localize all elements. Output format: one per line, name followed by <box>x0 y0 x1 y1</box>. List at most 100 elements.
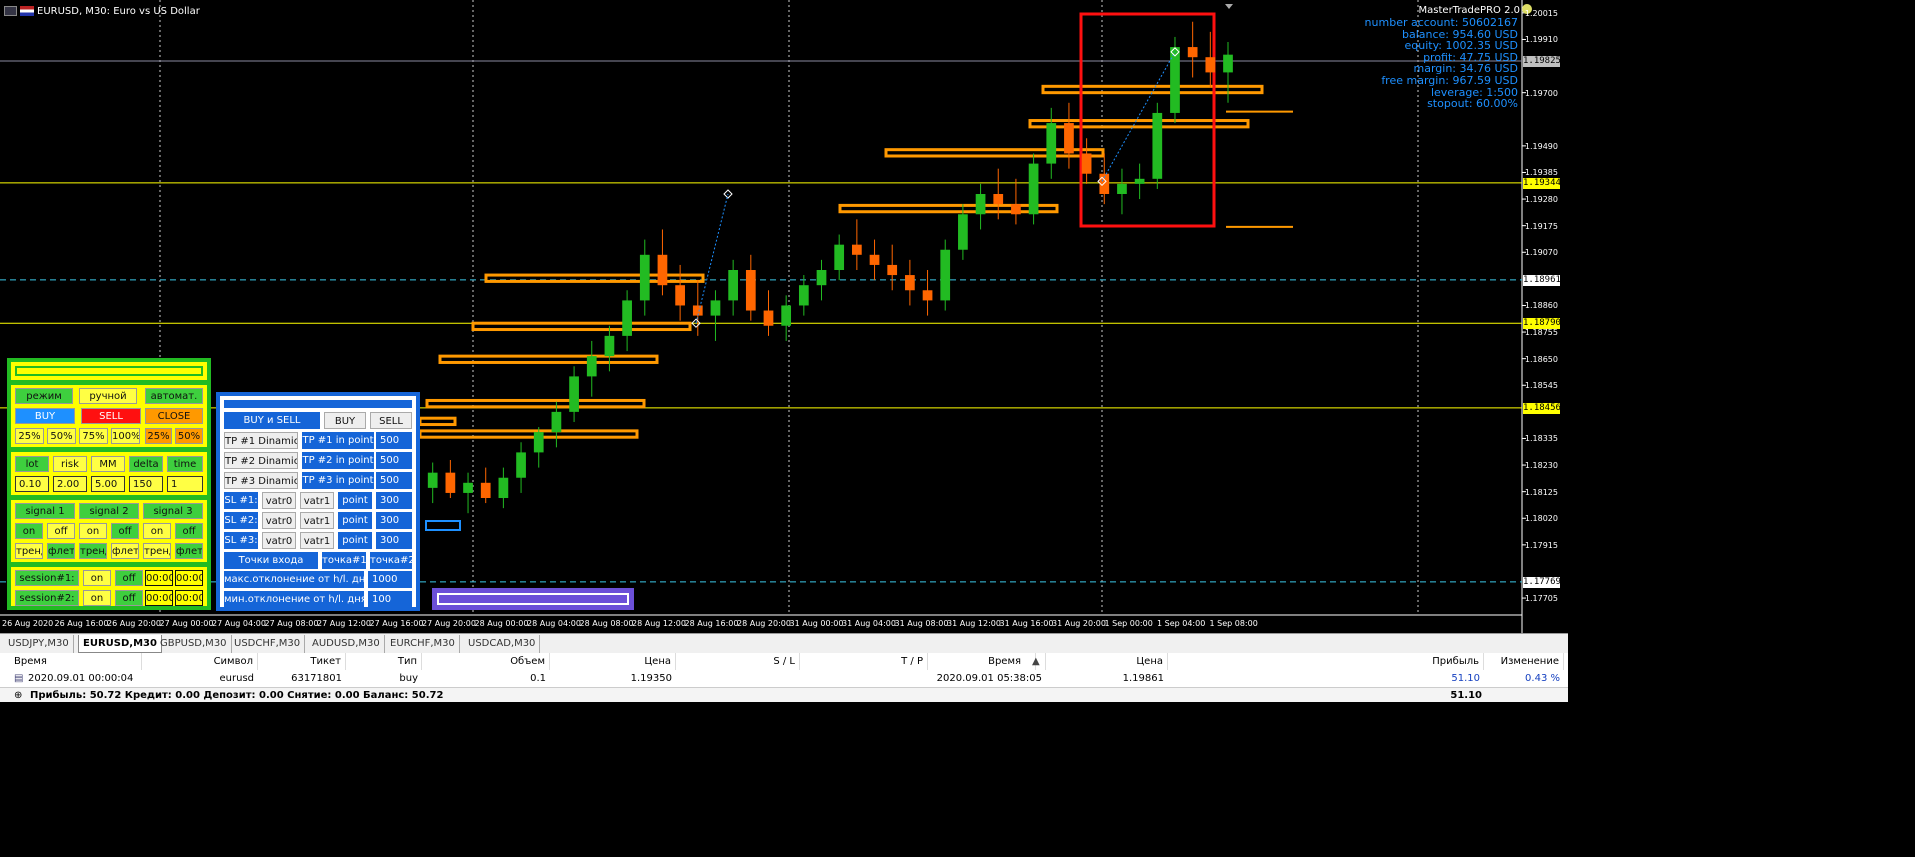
sl3-value-input[interactable]: 300 <box>376 532 412 549</box>
col-sl[interactable]: S / L <box>676 653 800 670</box>
session-2-off[interactable]: off <box>115 590 143 606</box>
buy-and-sell-button[interactable]: BUY и SELL <box>224 412 320 429</box>
sl3-vatr1-button[interactable]: vatr1 <box>300 532 334 549</box>
tab-eurusd[interactable]: EURUSD,M30 <box>78 635 162 653</box>
col-tp[interactable]: T / P <box>800 653 928 670</box>
close-25-button[interactable]: 25% <box>15 428 44 444</box>
session-2-label[interactable]: session#2: <box>15 590 79 606</box>
sl2-point-button[interactable]: point <box>338 512 372 529</box>
cell-sl[interactable] <box>676 671 800 687</box>
cell-ticket[interactable]: 63171801 <box>258 671 346 687</box>
tp-buy-button[interactable]: BUY <box>324 412 366 429</box>
partial-25-button[interactable]: 25% <box>145 428 172 444</box>
tab-usdcad[interactable]: USDCAD,M30 <box>464 635 541 653</box>
sl1-vatr0-button[interactable]: vatr0 <box>262 492 296 509</box>
signal-3-on[interactable]: on <box>143 523 171 539</box>
sl2-value-input[interactable]: 300 <box>376 512 412 529</box>
mm-input[interactable]: 5.00 <box>91 476 125 492</box>
cell-change[interactable]: 0.43 % <box>1484 671 1564 687</box>
max-deviation-input[interactable]: 1000 <box>368 571 412 588</box>
tp2-dynamic-button[interactable]: TP #2 Dinamic <box>224 452 298 469</box>
col-open-price[interactable]: Цена <box>550 653 676 670</box>
session-1-label[interactable]: session#1: <box>15 570 79 586</box>
session-2-on[interactable]: on <box>83 590 111 606</box>
partial-50-button[interactable]: 50% <box>175 428 203 444</box>
session-2-end[interactable]: 00:00 <box>175 590 203 606</box>
col-type[interactable]: Тип <box>346 653 422 670</box>
signal-2-button[interactable]: signal 2 <box>79 503 139 519</box>
col-open-time[interactable]: Время <box>14 653 142 670</box>
signal-2-trend[interactable]: тренд <box>79 543 107 559</box>
tab-usdchf[interactable]: USDCHF,M30 <box>230 635 306 653</box>
col-current-price[interactable]: Цена <box>1046 653 1168 670</box>
signal-3-off[interactable]: off <box>175 523 203 539</box>
tp3-dynamic-button[interactable]: TP #3 Dinamic <box>224 472 298 489</box>
session-1-on[interactable]: on <box>83 570 111 586</box>
min-deviation-input[interactable]: 100 <box>368 591 412 608</box>
tab-gbpusd[interactable]: GBPUSD,M30 <box>156 635 232 653</box>
mode-button[interactable]: режим <box>15 388 73 404</box>
col-profit[interactable]: Прибыль <box>1168 653 1484 670</box>
session-1-end[interactable]: 00:00 <box>175 570 203 586</box>
tp-sell-button[interactable]: SELL <box>370 412 412 429</box>
lot-label[interactable]: lot <box>15 456 49 472</box>
signal-3-trend[interactable]: тренд <box>143 543 171 559</box>
cell-profit[interactable]: 51.10 <box>1168 671 1484 687</box>
delta-input[interactable]: 150 <box>129 476 163 492</box>
session-1-off[interactable]: off <box>115 570 143 586</box>
tab-usdjpy[interactable]: USDJPY,M30 <box>4 635 74 653</box>
col-close-time[interactable]: Время <box>928 653 1046 670</box>
cell-close-time[interactable]: 2020.09.01 05:38:05 <box>928 671 1046 687</box>
price-chart[interactable]: EURUSD, M30: Euro vs US Dollar MasterTra… <box>0 0 1568 633</box>
signal-1-on[interactable]: on <box>15 523 43 539</box>
col-volume[interactable]: Объем <box>422 653 550 670</box>
cell-volume[interactable]: 0.1 <box>422 671 550 687</box>
lot-input[interactable]: 0.10 <box>15 476 49 492</box>
tp3-value-input[interactable]: 500 <box>376 472 412 489</box>
cell-open-price[interactable]: 1.19350 <box>550 671 676 687</box>
signal-2-on[interactable]: on <box>79 523 107 539</box>
col-symbol[interactable]: Символ <box>142 653 258 670</box>
sl2-vatr1-button[interactable]: vatr1 <box>300 512 334 529</box>
expand-icon[interactable]: ⊕ <box>14 688 22 703</box>
signal-1-off[interactable]: off <box>47 523 75 539</box>
col-change[interactable]: Изменение <box>1484 653 1564 670</box>
cell-symbol[interactable]: eurusd <box>142 671 258 687</box>
cell-current-price[interactable]: 1.19861 <box>1046 671 1168 687</box>
close-100-button[interactable]: 100% <box>111 428 140 444</box>
signal-3-button[interactable]: signal 3 <box>143 503 203 519</box>
tab-audusd[interactable]: AUDUSD,M30 <box>308 635 385 653</box>
close-75-button[interactable]: 75% <box>79 428 108 444</box>
auto-button[interactable]: автомат. <box>145 388 203 404</box>
col-ticket[interactable]: Тикет <box>258 653 346 670</box>
signal-1-trend[interactable]: тренд <box>15 543 43 559</box>
sl3-vatr0-button[interactable]: vatr0 <box>262 532 296 549</box>
signal-2-off[interactable]: off <box>111 523 139 539</box>
entry-point-1-button[interactable]: точка#1 <box>322 552 366 569</box>
time-input[interactable]: 1 <box>167 476 203 492</box>
buy-button[interactable]: BUY <box>15 408 75 424</box>
signal-1-flat[interactable]: флет <box>47 543 75 559</box>
cell-open-time[interactable]: 2020.09.01 00:00:04 <box>28 671 142 687</box>
session-2-start[interactable]: 00:00 <box>145 590 173 606</box>
sell-button[interactable]: SELL <box>81 408 141 424</box>
close-button[interactable]: CLOSE <box>145 408 203 424</box>
tp2-point-button[interactable]: TP #2 in point <box>302 452 374 469</box>
entry-point-2-button[interactable]: точка#2 <box>370 552 412 569</box>
signal-3-flat[interactable]: флет <box>175 543 203 559</box>
chart-menu-icon[interactable] <box>4 6 17 16</box>
delta-label[interactable]: delta <box>129 456 163 472</box>
mm-label[interactable]: MM <box>91 456 125 472</box>
tp1-dynamic-button[interactable]: TP #1 Dinamic <box>224 432 298 449</box>
sl3-point-button[interactable]: point <box>338 532 372 549</box>
risk-input[interactable]: 2.00 <box>53 476 87 492</box>
tp3-point-button[interactable]: TP #3 in point <box>302 472 374 489</box>
tp1-point-button[interactable]: TP #1 in point <box>302 432 374 449</box>
tp1-value-input[interactable]: 500 <box>376 432 412 449</box>
signal-2-flat[interactable]: флет <box>111 543 139 559</box>
signal-1-button[interactable]: signal 1 <box>15 503 75 519</box>
tp2-value-input[interactable]: 500 <box>376 452 412 469</box>
cell-tp[interactable] <box>800 671 928 687</box>
close-50-button[interactable]: 50% <box>47 428 76 444</box>
manual-button[interactable]: ручной <box>79 388 137 404</box>
